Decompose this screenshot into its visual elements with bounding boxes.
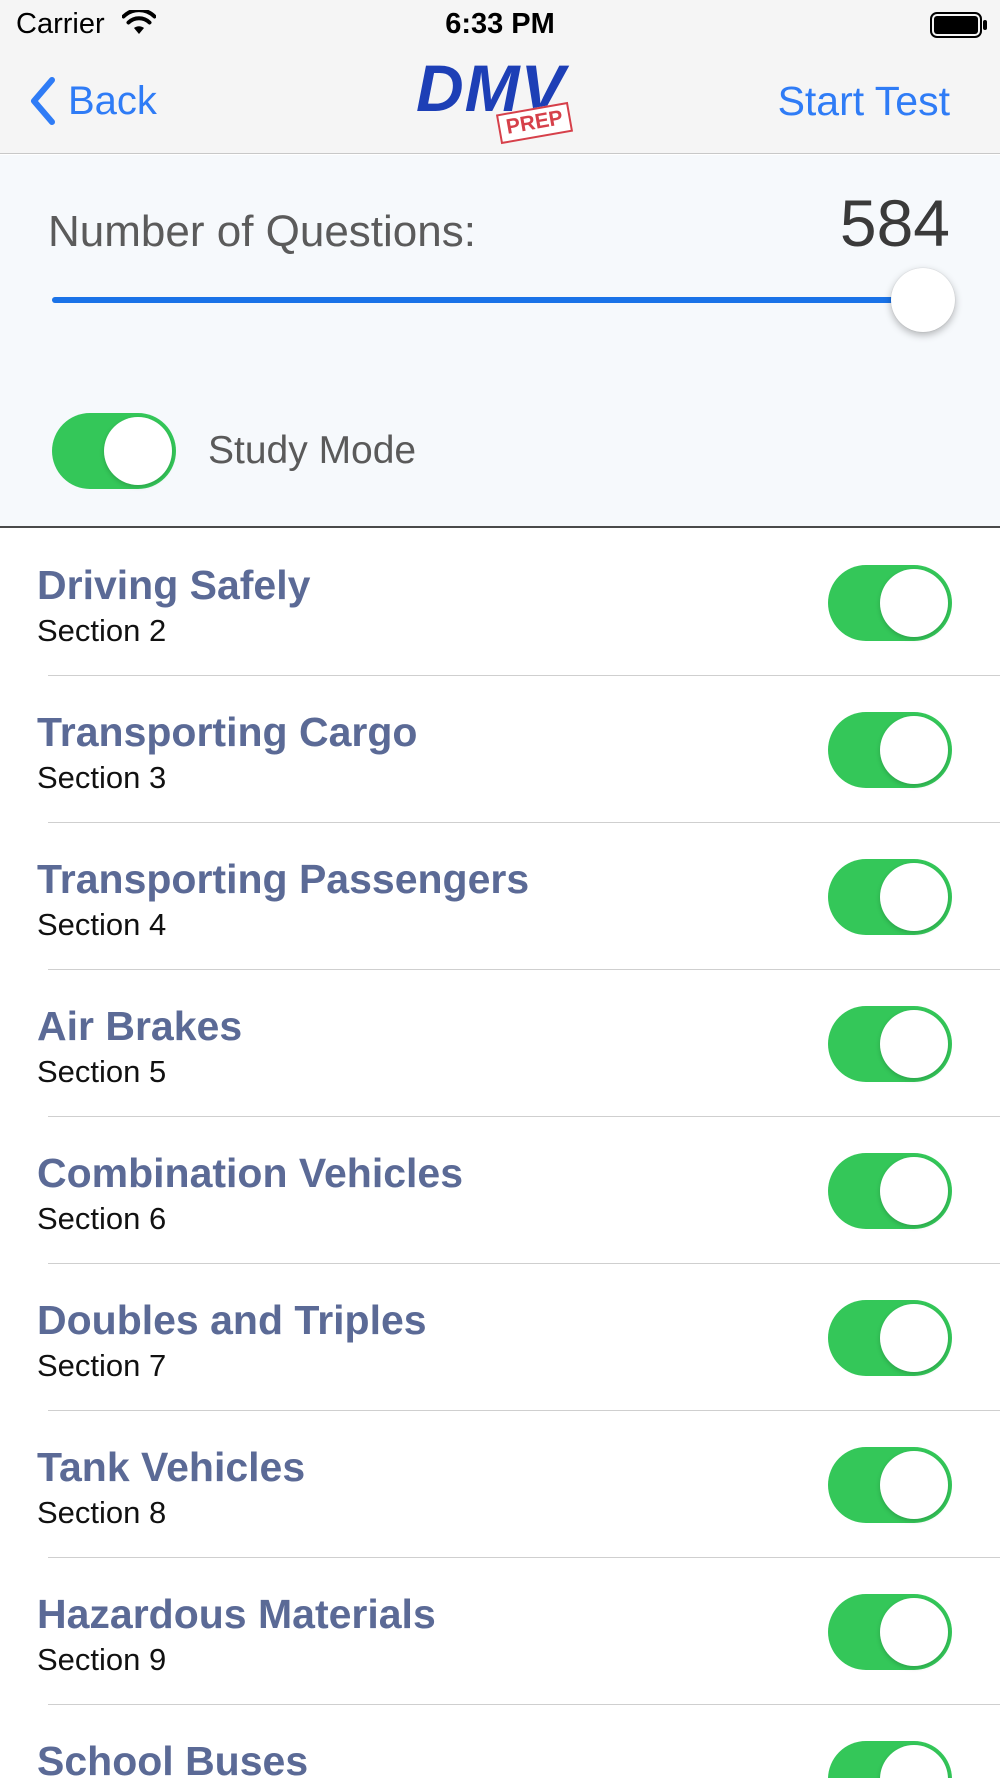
section-toggle[interactable] — [828, 859, 952, 935]
toggle-knob — [880, 1010, 948, 1078]
test-settings-panel: Number of Questions: 584 Study Mode — [0, 155, 1000, 528]
dmv-prep-logo: DMV PREP — [412, 50, 588, 150]
toggle-knob — [880, 1451, 948, 1519]
section-toggle[interactable] — [828, 1300, 952, 1376]
section-title: Air Brakes — [37, 1003, 243, 1049]
back-button[interactable]: Back — [28, 76, 157, 126]
section-row[interactable]: Hazardous Materials Section 9 — [0, 1558, 1000, 1705]
toggle-knob — [880, 863, 948, 931]
toggle-knob — [880, 716, 948, 784]
section-toggle[interactable] — [828, 712, 952, 788]
section-subtitle: Section 4 — [37, 907, 167, 942]
study-mode-toggle[interactable] — [52, 413, 176, 489]
toggle-knob — [880, 1157, 948, 1225]
section-row[interactable]: Combination Vehicles Section 6 — [0, 1117, 1000, 1264]
section-subtitle: Section 6 — [37, 1201, 167, 1236]
number-of-questions-label: Number of Questions: — [48, 207, 476, 256]
section-title: Tank Vehicles — [37, 1444, 306, 1490]
section-subtitle: Section 2 — [37, 613, 167, 648]
section-title: School Buses — [37, 1738, 309, 1778]
section-toggle[interactable] — [828, 1594, 952, 1670]
section-toggle[interactable] — [828, 565, 952, 641]
section-subtitle: Section 8 — [37, 1495, 167, 1530]
section-title: Combination Vehicles — [37, 1150, 464, 1196]
section-subtitle: Section 5 — [37, 1054, 167, 1089]
clock: 6:33 PM — [445, 8, 555, 40]
navigation-bar: Back DMV PREP Start Test — [0, 50, 1000, 154]
section-toggle[interactable] — [828, 1006, 952, 1082]
section-row[interactable]: Tank Vehicles Section 8 — [0, 1411, 1000, 1558]
toggle-knob — [880, 569, 948, 637]
section-row[interactable]: Transporting Passengers Section 4 — [0, 823, 1000, 970]
section-row[interactable]: Driving Safely Section 2 — [0, 529, 1000, 676]
section-subtitle: Section 7 — [37, 1348, 167, 1383]
section-title: Hazardous Materials — [37, 1591, 436, 1637]
section-toggle[interactable] — [828, 1447, 952, 1523]
section-row[interactable]: Doubles and Triples Section 7 — [0, 1264, 1000, 1411]
battery-icon — [930, 12, 987, 38]
status-bar: Carrier 6:33 PM — [0, 0, 1000, 50]
section-title: Transporting Cargo — [37, 709, 418, 755]
toggle-knob — [880, 1598, 948, 1666]
toggle-knob — [104, 417, 172, 485]
toggle-knob — [880, 1745, 948, 1778]
section-row[interactable]: School BusesSection 10 — [0, 1705, 1000, 1778]
section-title: Doubles and Triples — [37, 1297, 427, 1343]
study-mode-label: Study Mode — [208, 429, 417, 472]
questions-slider[interactable] — [52, 268, 956, 332]
start-test-button[interactable]: Start Test — [778, 78, 950, 125]
chevron-left-icon — [31, 77, 55, 125]
section-toggle[interactable] — [828, 1741, 952, 1778]
section-subtitle: Section 3 — [37, 760, 167, 795]
section-title: Transporting Passengers — [37, 856, 530, 902]
toggle-knob — [880, 1304, 948, 1372]
section-title: Driving Safely — [37, 562, 311, 608]
slider-fill — [52, 297, 924, 303]
section-toggle[interactable] — [828, 1153, 952, 1229]
study-mode-row: Study Mode — [52, 413, 416, 489]
section-list: Driving Safely Section 2 Transporting Carg… — [0, 529, 1000, 1778]
slider-thumb[interactable] — [891, 268, 956, 332]
section-subtitle: Section 9 — [37, 1642, 167, 1677]
section-row[interactable]: Transporting Cargo Section 3 — [0, 676, 1000, 823]
number-of-questions-value: 584 — [839, 186, 950, 260]
back-label: Back — [68, 78, 157, 123]
section-row[interactable]: Air Brakes Section 5 — [0, 970, 1000, 1117]
